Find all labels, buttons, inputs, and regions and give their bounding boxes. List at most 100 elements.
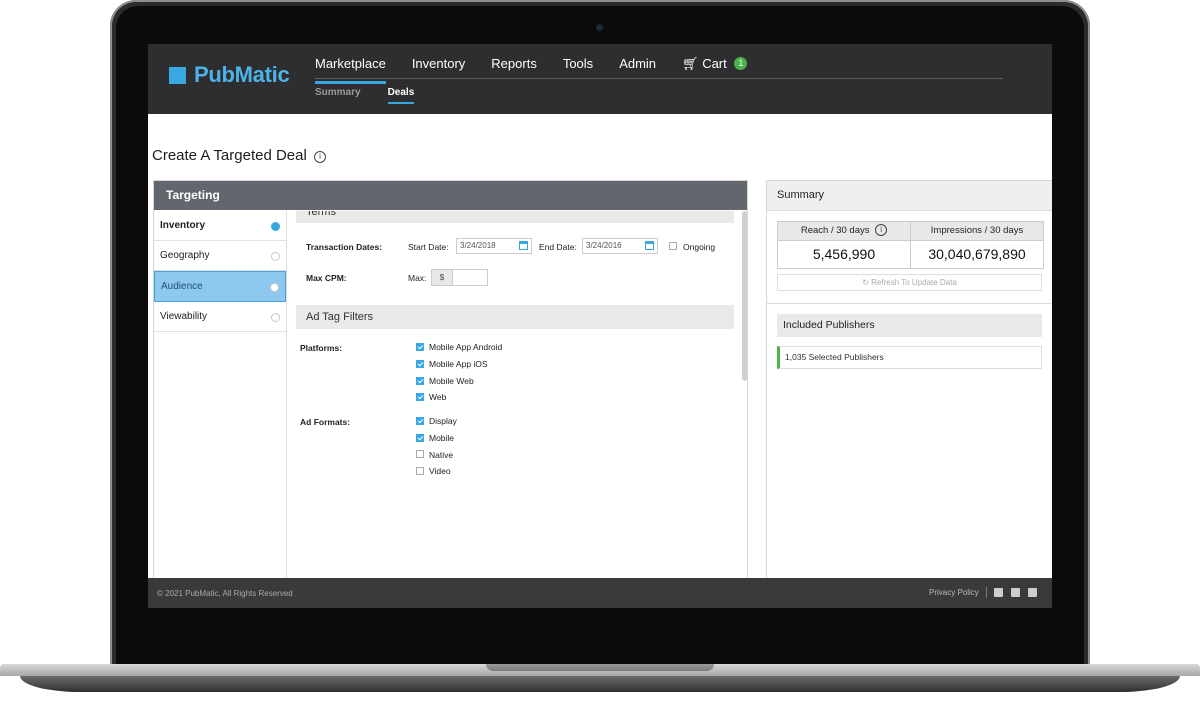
cart-icon: 🛒︎ [682,56,699,71]
privacy-policy-link[interactable]: Privacy Policy [929,588,979,597]
ad-format-checkbox[interactable] [416,434,424,442]
status-dot-icon [271,252,280,261]
nav-cart[interactable]: 🛒︎ Cart 1 [682,56,748,78]
copyright-text: © 2021 PubMatic, All Rights Reserved [157,589,293,598]
currency-prefix: $ [432,270,453,285]
targeting-panel: Targeting Inventory Geography Audience V… [153,180,748,580]
targeting-header: Targeting [154,181,747,210]
laptop-base [0,664,1200,694]
reach-label: Reach / 30 days [800,225,870,236]
platforms-label: Platforms: [300,343,343,353]
ad-tag-filters-header: Ad Tag Filters [296,305,734,329]
refresh-button[interactable]: ↻ Refresh To Update Data [777,274,1042,291]
ad-format-label: Mobile [429,433,455,443]
reach-stat: Reach / 30 days i 5,456,990 [778,222,911,268]
end-date-value: 3/24/2016 [586,241,622,250]
ongoing-label: Ongoing [683,242,716,252]
laptop-notch [486,664,714,671]
calendar-icon[interactable] [519,241,528,250]
platform-label: Web [429,392,447,402]
terms-section-header: Terms [296,211,734,223]
nav-admin[interactable]: Admin [619,56,656,78]
logo-text: PubMatic [194,62,290,87]
sidebar-item-label: Viewability [160,311,208,322]
platform-checkbox[interactable] [416,360,424,368]
platform-checkbox[interactable] [416,393,424,401]
ad-formats-label: Ad Formats: [300,417,351,427]
nav-marketplace[interactable]: Marketplace [315,56,386,84]
nav-reports[interactable]: Reports [491,56,537,78]
footer: © 2021 PubMatic, All Rights Reserved Pri… [148,578,1052,608]
linkedin-icon[interactable] [1028,588,1037,597]
refresh-icon: ↻ [862,278,869,287]
content-scrollbar[interactable] [742,211,747,381]
info-icon[interactable]: i [314,151,326,163]
reach-header: Reach / 30 days i [778,222,910,241]
targeting-sidebar: Inventory Geography Audience Viewability [154,211,287,579]
page-title-text: Create A Targeted Deal [152,147,307,164]
twitter-icon[interactable] [1011,588,1020,597]
cart-count-badge: 1 [734,57,748,70]
ad-format-label: Display [429,416,457,426]
platform-checkbox[interactable] [416,343,424,351]
nav-divider [315,78,1003,79]
logo-mark-icon [169,66,186,84]
cart-label: Cart [702,56,727,71]
targeting-content: Terms Transaction Dates: Start Date: 3/2… [296,211,736,579]
impressions-label: Impressions / 30 days [911,222,1043,241]
max-label: Max: [408,273,427,283]
sidebar-item-audience[interactable]: Audience [154,271,286,302]
camera [596,24,603,31]
nav-tools[interactable]: Tools [563,56,593,78]
max-cpm-label: Max CPM: [306,273,347,283]
end-date-label: End Date: [539,242,577,252]
logo[interactable]: PubMatic [169,62,290,88]
refresh-label: Refresh To Update Data [871,278,957,287]
status-dot-icon [271,222,280,231]
platform-checkbox[interactable] [416,377,424,385]
main-nav: Marketplace Inventory Reports Tools Admi… [315,56,773,84]
sidebar-item-inventory[interactable]: Inventory [154,211,286,241]
sidebar-item-viewability[interactable]: Viewability [154,302,286,332]
ongoing-checkbox[interactable] [669,242,677,250]
summary-header: Summary [767,181,1052,211]
summary-stats: Reach / 30 days i 5,456,990 Impressions … [777,221,1044,269]
info-icon[interactable]: i [875,224,888,236]
ad-format-checkbox[interactable] [416,417,424,425]
platform-label: Mobile App Android [429,342,503,352]
end-date-input[interactable]: 3/24/2016 [582,238,658,254]
included-publishers-header: Included Publishers [777,314,1042,337]
selected-publishers[interactable]: 1,035 Selected Publishers [777,346,1042,369]
page-title: Create A Targeted Deal i [152,147,326,164]
sidebar-item-geography[interactable]: Geography [154,241,286,271]
ad-format-label: Native [429,450,454,460]
platform-label: Mobile Web [429,376,474,386]
nav-inventory[interactable]: Inventory [412,56,465,78]
sidebar-item-label: Inventory [160,220,206,231]
subnav-summary[interactable]: Summary [315,87,361,98]
ad-format-checkbox[interactable] [416,467,424,475]
start-date-label: Start Date: [408,242,449,252]
platform-label: Mobile App iOS [429,359,488,369]
sidebar-item-label: Geography [160,250,210,261]
status-dot-icon [271,313,280,322]
impressions-value: 30,040,679,890 [928,246,1026,262]
calendar-icon[interactable] [645,241,654,250]
laptop-base-bottom [20,676,1180,692]
max-cpm-input[interactable]: $ [431,269,488,286]
subnav-deals[interactable]: Deals [387,87,414,104]
reach-value: 5,456,990 [812,246,876,262]
transaction-dates-label: Transaction Dates: [306,242,383,252]
app-screen: PubMatic Marketplace Inventory Reports T… [148,44,1052,608]
sub-nav: Summary Deals [315,87,441,104]
start-date-input[interactable]: 3/24/2018 [456,238,532,254]
ad-format-checkbox[interactable] [416,450,424,458]
status-dot-icon [270,283,279,292]
facebook-icon[interactable] [994,588,1003,597]
impressions-stat: Impressions / 30 days 30,040,679,890 [911,222,1043,268]
summary-panel: Summary Reach / 30 days i 5,456,990 Impr… [766,180,1052,580]
sidebar-item-label: Audience [161,281,203,292]
ad-format-label: Video [429,466,451,476]
start-date-value: 3/24/2018 [460,241,496,250]
top-navbar: PubMatic Marketplace Inventory Reports T… [148,44,1052,114]
